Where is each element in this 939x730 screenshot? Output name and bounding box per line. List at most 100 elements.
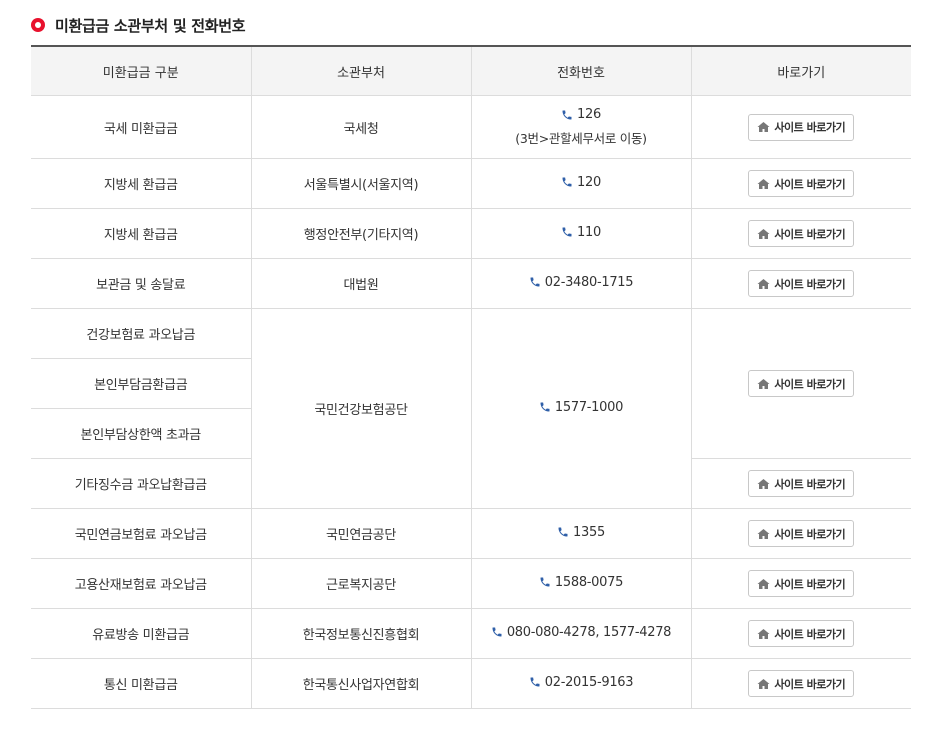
header-category: 미환급금 구분 (31, 46, 251, 96)
table-row: 유료방송 미환급금 한국정보통신진흥협회 080-080-4278, 1577-… (31, 608, 911, 659)
phone-number: 1588-0075 (539, 575, 623, 590)
phone-text: 02-2015-9163 (544, 674, 634, 690)
table-row: 국민연금보험료 과오납금 국민연금공단 1355 사이트 바로가기 (31, 508, 911, 559)
phone-text: 110 (577, 224, 601, 240)
shortcut-cell: 사이트 바로가기 (690, 508, 911, 559)
shortcut-cell: 사이트 바로가기 (690, 95, 911, 159)
phone-number: 02-3480-1715 (529, 275, 634, 290)
shortcut-cell: 사이트 바로가기 (690, 658, 911, 709)
phone-icon (492, 627, 502, 637)
home-icon (757, 228, 770, 239)
shortcut-cell: 사이트 바로가기 (690, 208, 911, 259)
site-shortcut-button[interactable]: 사이트 바로가기 (748, 470, 855, 497)
category-cell: 유료방송 미환급금 (31, 608, 251, 659)
button-label: 사이트 바로가기 (774, 577, 846, 591)
button-label: 사이트 바로가기 (774, 677, 846, 691)
shortcut-cell: 사이트 바로가기 (690, 308, 911, 459)
home-icon (757, 278, 770, 289)
phone-number: 120 (561, 175, 601, 190)
page: 미환급금 소관부처 및 전화번호 미환급금 구분 소관부처 전화번호 바로가기 … (0, 0, 939, 730)
category-cell: 본인부담상한액 초과금 (31, 408, 251, 459)
header-phone: 전화번호 (470, 46, 691, 96)
agency-cell: 근로복지공단 (250, 558, 471, 609)
shortcut-cell: 사이트 바로가기 (690, 258, 911, 309)
category-cell: 국세 미환급금 (31, 95, 251, 159)
phone-number: 1577-1000 (539, 400, 623, 415)
agency-cell: 국민건강보험공단 (250, 308, 471, 509)
site-shortcut-button[interactable]: 사이트 바로가기 (748, 370, 855, 397)
home-icon (757, 122, 770, 132)
phone-text: 120 (577, 174, 601, 190)
phone-cell: 120 (470, 158, 691, 209)
home-icon (757, 378, 770, 389)
button-label: 사이트 바로가기 (774, 227, 846, 241)
table-row: 고용산재보험료 과오납금 근로복지공단 1588-0075 사이트 바로가기 (31, 558, 911, 609)
phone-number: 126 (561, 107, 601, 122)
site-shortcut-button[interactable]: 사이트 바로가기 (748, 570, 855, 597)
site-shortcut-button[interactable]: 사이트 바로가기 (748, 520, 855, 547)
phone-number: 02-2015-9163 (529, 675, 634, 690)
bullet-circle-icon (31, 18, 45, 32)
category-cell: 본인부담금환급금 (31, 358, 251, 409)
category-cell: 고용산재보험료 과오납금 (31, 558, 251, 609)
phone-cell: 02-3480-1715 (470, 258, 691, 309)
shortcut-cell: 사이트 바로가기 (690, 458, 911, 509)
section-title: 미환급금 소관부처 및 전화번호 (31, 12, 246, 38)
button-label: 사이트 바로가기 (774, 121, 846, 134)
site-shortcut-button[interactable]: 사이트 바로가기 (748, 220, 855, 247)
phone-icon (562, 110, 572, 120)
category-cell: 건강보험료 과오납금 (31, 308, 251, 359)
category-cell: 지방세 환급금 (31, 208, 251, 259)
site-shortcut-button[interactable]: 사이트 바로가기 (748, 270, 855, 297)
site-shortcut-button[interactable]: 사이트 바로가기 (748, 670, 855, 697)
home-icon (757, 528, 770, 539)
section-title-text: 미환급금 소관부처 및 전화번호 (55, 16, 246, 35)
shortcut-cell: 사이트 바로가기 (690, 158, 911, 209)
table-row: 지방세 환급금 서울특별시(서울지역) 120 사이트 바로가기 (31, 158, 911, 209)
phone-icon (562, 177, 572, 187)
site-shortcut-button[interactable]: 사이트 바로가기 (748, 170, 855, 197)
phone-icon (558, 527, 568, 537)
agency-cell: 한국통신사업자연합회 (250, 658, 471, 709)
category-cell: 통신 미환급금 (31, 658, 251, 709)
phone-cell: 1588-0075 (470, 558, 691, 609)
button-label: 사이트 바로가기 (774, 277, 846, 291)
table-row: 보관금 및 송달료 대법원 02-3480-1715 사이트 바로가기 (31, 258, 911, 309)
agency-cell: 한국정보통신진흥협회 (250, 608, 471, 659)
table-row: 통신 미환급금 한국통신사업자연합회 02-2015-9163 사이트 바로가기 (31, 658, 911, 709)
phone-cell: 080-080-4278, 1577-4278 (470, 608, 691, 659)
site-shortcut-button[interactable]: 사이트 바로가기 (748, 113, 855, 141)
home-icon (757, 178, 770, 189)
button-label: 사이트 바로가기 (774, 627, 846, 641)
button-label: 사이트 바로가기 (774, 527, 846, 541)
category-cell: 지방세 환급금 (31, 158, 251, 209)
phone-icon (562, 227, 572, 237)
phone-cell: 02-2015-9163 (470, 658, 691, 709)
phone-text: 1355 (573, 524, 605, 540)
refund-table: 미환급금 구분 소관부처 전화번호 바로가기 국세 미환급금 국세청 126 (… (31, 45, 911, 709)
phone-cell: 1355 (470, 508, 691, 559)
phone-cell: 126 (3번>관할세무서로 이동) (470, 95, 691, 159)
header-agency: 소관부처 (250, 46, 471, 96)
phone-icon (540, 577, 550, 587)
agency-cell: 대법원 (250, 258, 471, 309)
phone-icon (530, 277, 540, 287)
agency-cell: 행정안전부(기타지역) (250, 208, 471, 259)
table-row: 건강보험료 과오납금 국민건강보험공단 1577-1000 사이트 바로가기 (31, 308, 911, 509)
phone-text: 080-080-4278, 1577-4278 (506, 624, 672, 640)
table-row: 국세 미환급금 국세청 126 (3번>관할세무서로 이동) 사이트 바로가기 (31, 95, 911, 159)
home-icon (757, 628, 770, 639)
phone-icon (530, 677, 540, 687)
category-cell: 보관금 및 송달료 (31, 258, 251, 309)
shortcut-cell: 사이트 바로가기 (690, 558, 911, 609)
home-icon (757, 678, 770, 689)
phone-cell: 110 (470, 208, 691, 259)
category-cell: 국민연금보험료 과오납금 (31, 508, 251, 559)
site-shortcut-button[interactable]: 사이트 바로가기 (748, 620, 855, 647)
button-label: 사이트 바로가기 (774, 377, 846, 391)
agency-cell: 서울특별시(서울지역) (250, 158, 471, 209)
button-label: 사이트 바로가기 (774, 177, 846, 191)
home-icon (757, 478, 770, 489)
home-icon (757, 578, 770, 589)
table-header-row: 미환급금 구분 소관부처 전화번호 바로가기 (31, 46, 911, 96)
